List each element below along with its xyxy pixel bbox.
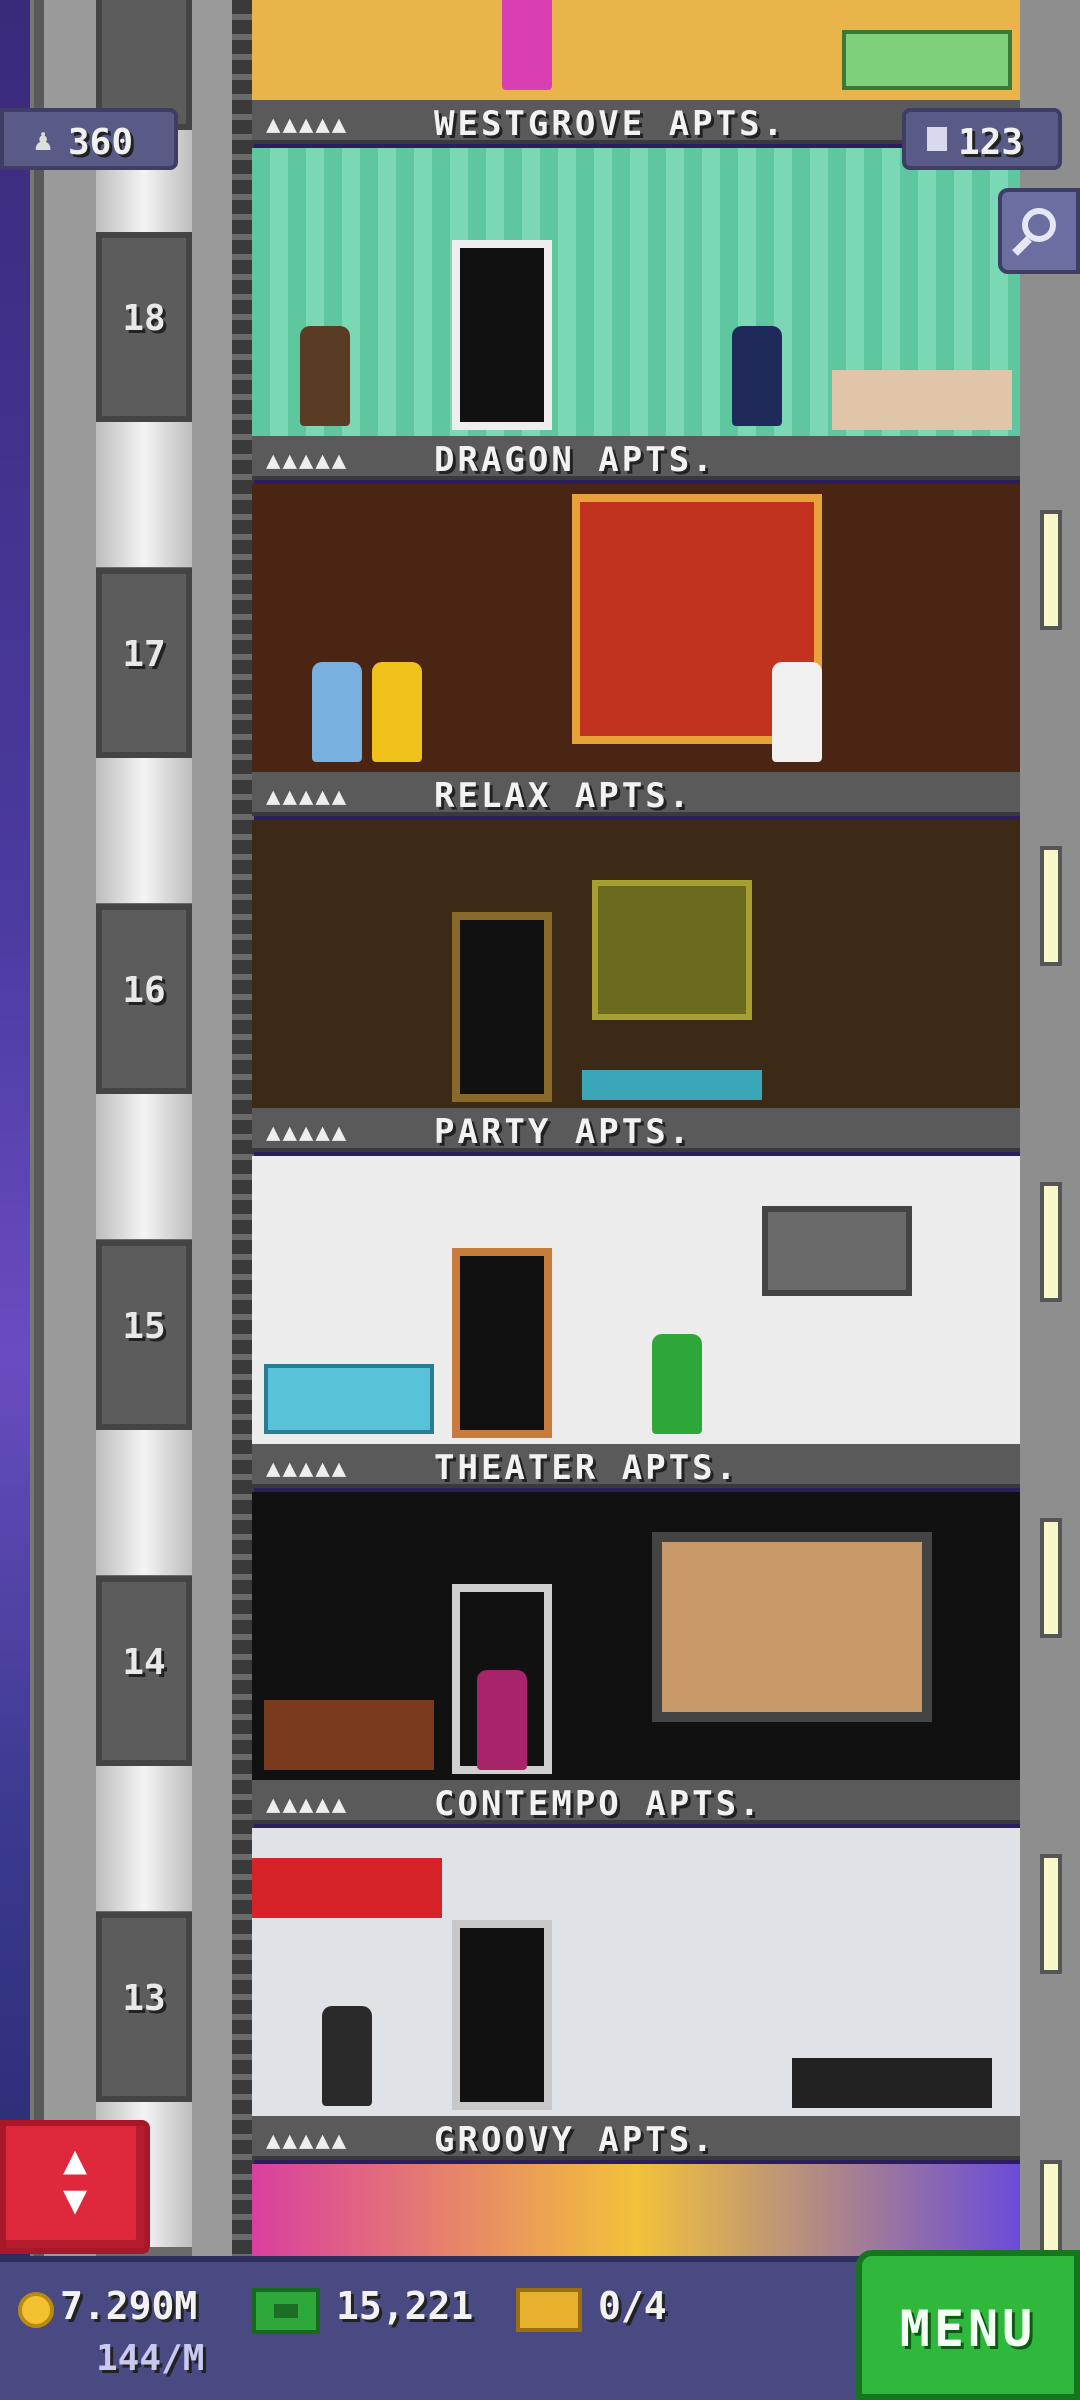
floor-name: WESTGROVE APTS. bbox=[434, 104, 787, 144]
floor-16[interactable]: ▲▲▲▲▲ RELAX APTS. bbox=[252, 772, 1020, 1108]
floor-number: 15 bbox=[122, 1306, 166, 1347]
floor-sign: ▲▲▲▲▲ CONTEMPO APTS. bbox=[252, 1780, 1020, 1824]
tenant-dots: ▲▲▲▲▲ bbox=[266, 110, 349, 138]
elevator-gap bbox=[96, 758, 192, 903]
tv bbox=[762, 1206, 912, 1296]
tower-bux-icon bbox=[252, 2288, 320, 2334]
edge-window bbox=[1040, 510, 1062, 630]
room[interactable] bbox=[252, 1492, 1020, 1780]
population-value: 360 bbox=[68, 122, 134, 163]
elevator-rail-left bbox=[30, 0, 44, 2260]
apartment-door[interactable] bbox=[452, 912, 552, 1102]
elevator-stop-15[interactable]: 15 bbox=[96, 1240, 192, 1430]
elevator-gap bbox=[96, 1094, 192, 1239]
tenant[interactable] bbox=[372, 662, 422, 762]
tenant-dots: ▲▲▲▲▲ bbox=[266, 1118, 349, 1146]
ticket-icon bbox=[516, 2288, 582, 2332]
floor-number: 14 bbox=[122, 1642, 166, 1683]
magnifier-handle bbox=[1012, 236, 1032, 256]
elevator-button[interactable]: ▲ ▼ bbox=[0, 2120, 150, 2254]
bed bbox=[792, 2058, 992, 2108]
tenant[interactable] bbox=[322, 2006, 372, 2106]
apartment-door[interactable] bbox=[452, 240, 552, 430]
person-icon: ♟ bbox=[34, 123, 53, 158]
floor-sign: ▲▲▲▲▲ GROOVY APTS. bbox=[252, 2116, 1020, 2160]
tenant[interactable] bbox=[312, 662, 362, 762]
tenant-dots: ▲▲▲▲▲ bbox=[266, 2126, 349, 2154]
tenant[interactable] bbox=[772, 662, 822, 762]
elevator-stop-13[interactable]: 13 bbox=[96, 1912, 192, 2102]
sofa bbox=[842, 30, 1012, 90]
floor-sign: ▲▲▲▲▲ RELAX APTS. bbox=[252, 772, 1020, 816]
elevator-gap bbox=[96, 422, 192, 567]
tenant-dots: ▲▲▲▲▲ bbox=[266, 1790, 349, 1818]
floor-number: 18 bbox=[122, 298, 166, 339]
floor-name: GROOVY APTS. bbox=[434, 2120, 716, 2160]
tenant-dots: ▲▲▲▲▲ bbox=[266, 1454, 349, 1482]
up-down-arrows-icon: ▲ ▼ bbox=[62, 2137, 88, 2223]
wall-panel bbox=[592, 880, 752, 1020]
floor-13[interactable]: ▲▲▲▲▲ CONTEMPO APTS. bbox=[252, 1780, 1020, 2116]
elevator-stop-16[interactable]: 16 bbox=[96, 904, 192, 1094]
edge-window bbox=[1040, 846, 1062, 966]
floor-name: THEATER APTS. bbox=[434, 1448, 740, 1488]
apartment-door[interactable] bbox=[452, 1920, 552, 2110]
tenant[interactable] bbox=[300, 326, 350, 426]
room[interactable] bbox=[252, 0, 1020, 100]
couch bbox=[264, 1364, 434, 1434]
couch bbox=[264, 1700, 434, 1770]
tenant[interactable] bbox=[502, 0, 552, 90]
counter bbox=[832, 370, 1012, 430]
apartment-door[interactable] bbox=[452, 1248, 552, 1438]
menu-button[interactable]: MENU bbox=[856, 2250, 1080, 2400]
elevator-cable bbox=[232, 0, 254, 2260]
floor-number: 17 bbox=[122, 634, 166, 675]
floor-17[interactable]: ▲▲▲▲▲ DRAGON APTS. bbox=[252, 436, 1020, 772]
floor-counter[interactable]: 123 bbox=[902, 108, 1062, 170]
elevator-gap bbox=[96, 1766, 192, 1911]
tenant-dots: ▲▲▲▲▲ bbox=[266, 446, 349, 474]
tenant-dots: ▲▲▲▲▲ bbox=[266, 782, 349, 810]
coin-icon bbox=[18, 2292, 54, 2328]
floor-name: PARTY APTS. bbox=[434, 1112, 693, 1152]
edge-window bbox=[1040, 1182, 1062, 1302]
ticket-value: 0/4 bbox=[598, 2284, 667, 2328]
room[interactable] bbox=[252, 148, 1020, 436]
room[interactable] bbox=[252, 484, 1020, 772]
floor-name: CONTEMPO APTS. bbox=[434, 1784, 763, 1824]
movie-screen bbox=[652, 1532, 932, 1722]
wall-art bbox=[252, 1858, 442, 1918]
floor-sign: ▲▲▲▲▲ THEATER APTS. bbox=[252, 1444, 1020, 1488]
menu-label: MENU bbox=[899, 2300, 1037, 2358]
population-counter[interactable]: ♟ 360 bbox=[0, 108, 178, 170]
bed bbox=[582, 1070, 762, 1100]
floor-14[interactable]: ▲▲▲▲▲ THEATER APTS. bbox=[252, 1444, 1020, 1780]
floor-number: 13 bbox=[122, 1978, 166, 2019]
floor-sign: ▲▲▲▲▲ DRAGON APTS. bbox=[252, 436, 1020, 480]
bux-value: 15,221 bbox=[336, 2284, 474, 2328]
floor-name: DRAGON APTS. bbox=[434, 440, 716, 480]
floor-sign: ▲▲▲▲▲ PARTY APTS. bbox=[252, 1108, 1020, 1152]
floor-number: 16 bbox=[122, 970, 166, 1011]
tenant[interactable] bbox=[652, 1334, 702, 1434]
floor-15[interactable]: ▲▲▲▲▲ PARTY APTS. bbox=[252, 1108, 1020, 1444]
tenant[interactable] bbox=[477, 1670, 527, 1770]
room[interactable] bbox=[252, 1828, 1020, 2116]
room[interactable] bbox=[252, 820, 1020, 1108]
elevator-gap bbox=[96, 1430, 192, 1575]
edge-window bbox=[1040, 1518, 1062, 1638]
search-button[interactable] bbox=[998, 188, 1080, 274]
floor-count-value: 123 bbox=[958, 122, 1024, 163]
income-rate: 144/M bbox=[96, 2338, 205, 2379]
room[interactable] bbox=[252, 1156, 1020, 1444]
building-icon bbox=[924, 124, 950, 154]
elevator-stop-18[interactable]: 18 bbox=[96, 232, 192, 422]
edge-window bbox=[1040, 1854, 1062, 1974]
floor-partial[interactable] bbox=[252, 0, 1020, 100]
elevator-stop-17[interactable]: 17 bbox=[96, 568, 192, 758]
elevator-stop-14[interactable]: 14 bbox=[96, 1576, 192, 1766]
tenant[interactable] bbox=[732, 326, 782, 426]
coins-value: 7.290M bbox=[60, 2284, 198, 2328]
floor-name: RELAX APTS. bbox=[434, 776, 693, 816]
